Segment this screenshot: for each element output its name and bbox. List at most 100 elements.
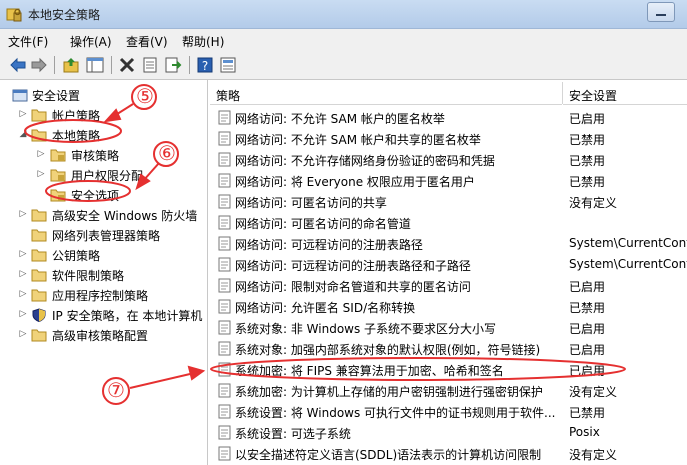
policy-setting: 已禁用 [569,301,606,315]
toolbar: ? [0,51,687,80]
policy-setting: 没有定义 [569,385,618,399]
policy-name: 网络访问: 将 Everyone 权限应用于匿名用户 [235,175,475,189]
table-row[interactable]: 系统对象: 非 Windows 子系统不要求区分大小写 已启用 [210,317,687,338]
table-row[interactable]: 网络访问: 可远程访问的注册表路径 System\CurrentCont [210,233,687,254]
table-row[interactable]: 网络访问: 不允许存储网络身份验证的密码和凭据 已禁用 [210,149,687,170]
policy-item-icon [218,215,231,230]
policy-name: 系统加密: 将 FIPS 兼容算法用于加密、哈希和签名 [235,364,504,378]
minimize-button[interactable] [647,2,675,22]
table-row[interactable]: 系统对象: 加强内部系统对象的默认权限(例如，符号链接) 已启用 [210,338,687,359]
menu-bar: 文件(F) 操作(A) 查看(V) 帮助(H) [0,29,687,51]
policy-item-icon [218,257,231,272]
tree-pane[interactable]: 安全设置 ▷ 帐户策略 ◢ 本地策略 ▷ 审核策略 ▷ 用户权限分配 安全选项 … [0,80,208,465]
expand-icon[interactable]: ▷ [36,169,46,179]
expand-icon[interactable]: ▷ [18,249,28,259]
policy-setting: System\CurrentCont [569,236,687,250]
folder-icon [31,289,47,302]
export-icon[interactable] [164,56,182,74]
folder-icon [31,229,47,242]
expand-icon[interactable]: ▷ [18,209,28,219]
expand-icon[interactable]: ▷ [18,289,28,299]
table-row[interactable]: 系统设置: 可选子系统 Posix [210,422,687,443]
table-row[interactable]: 系统加密: 为计算机上存储的用户密钥强制进行强密钥保护 没有定义 [210,380,687,401]
policy-item-icon [218,110,231,125]
policy-name: 系统对象: 非 Windows 子系统不要求区分大小写 [235,322,497,336]
up-folder-icon[interactable] [62,56,80,74]
annotation-label-5: ⑤ [136,84,154,108]
policy-name: 网络访问: 可远程访问的注册表路径和子路径 [235,259,471,273]
folder-icon [31,329,47,342]
policy-name: 系统加密: 为计算机上存储的用户密钥强制进行强密钥保护 [235,385,543,399]
table-row[interactable]: 网络访问: 可远程访问的注册表路径和子路径 System\CurrentCont [210,254,687,275]
policy-name: 网络访问: 不允许 SAM 帐户的匿名枚举 [235,112,445,126]
column-header-policy[interactable]: 策略 [210,82,562,105]
table-row[interactable]: 网络访问: 不允许 SAM 帐户和共享的匿名枚举 已禁用 [210,128,687,149]
help-icon[interactable]: ? [196,56,214,74]
menu-view[interactable]: 查看(V) [126,33,168,50]
policy-folder-icon [50,169,66,182]
expand-icon[interactable]: ▷ [18,109,28,119]
policy-name: 网络访问: 可远程访问的注册表路径 [235,238,423,252]
policy-item-icon [218,320,231,335]
policy-item-icon [218,362,231,377]
table-row[interactable]: 网络访问: 可匿名访问的命名管道 [210,212,687,233]
policy-item-icon [218,152,231,167]
expand-icon[interactable]: ▷ [36,149,46,159]
policy-name: 网络访问: 不允许存储网络身份验证的密码和凭据 [235,154,495,168]
toolbar-separator [189,56,190,74]
window-title: 本地安全策略 [28,8,101,22]
table-row[interactable]: 网络访问: 可匿名访问的共享 没有定义 [210,191,687,212]
annotation-label-6: ⑥ [158,141,176,165]
policy-item-icon [218,173,231,188]
folder-open-icon [31,129,47,142]
toolbar-separator [111,56,112,74]
expand-icon[interactable]: ▷ [18,329,28,339]
policy-item-icon [218,341,231,356]
security-policy-app-icon [6,8,22,22]
policy-name: 网络访问: 限制对命名管道和共享的匿名访问 [235,280,471,294]
menu-help[interactable]: 帮助(H) [182,33,224,50]
table-row[interactable]: 系统加密: 将 FIPS 兼容算法用于加密、哈希和签名 已启用 [210,359,687,380]
annotation-label-7: ⑦ [107,378,125,402]
back-icon[interactable] [9,56,27,74]
policy-setting: 已启用 [569,322,606,336]
policy-name: 系统对象: 加强内部系统对象的默认权限(例如，符号链接) [235,343,541,357]
menu-action[interactable]: 操作(A) [70,33,112,50]
folder-icon [31,269,47,282]
forward-icon[interactable] [30,56,48,74]
policy-list[interactable]: 策略 安全设置 网络访问: 不允许 SAM 帐户的匿名枚举 已启用 网络访问: 不允… [210,80,687,465]
policy-item-icon [218,131,231,146]
policy-setting: 没有定义 [569,448,618,462]
menu-file[interactable]: 文件(F) [8,33,48,50]
policy-item-icon [218,194,231,209]
policy-setting: 已启用 [569,112,606,126]
title-bar: 本地安全策略 [0,0,687,29]
details-icon[interactable] [219,56,237,74]
table-row[interactable]: 网络访问: 限制对命名管道和共享的匿名访问 已启用 [210,275,687,296]
properties-icon[interactable] [141,56,159,74]
table-row[interactable]: 以安全描述符定义语言(SDDL)语法表示的计算机访问限制 没有定义 [210,443,687,464]
column-header-security-setting[interactable]: 安全设置 [563,82,687,105]
policy-item-icon [218,278,231,293]
table-row[interactable]: 系统设置: 将 Windows 可执行文件中的证书规则用于软件... 已禁用 [210,401,687,422]
collapse-icon[interactable]: ◢ [18,129,28,139]
policy-name: 网络访问: 可匿名访问的命名管道 [235,217,411,231]
table-row[interactable]: 网络访问: 允许匿名 SID/名称转换 已禁用 [210,296,687,317]
folder-icon [31,209,47,222]
policy-setting: 已禁用 [569,154,606,168]
policy-setting: 已禁用 [569,133,606,147]
svg-text:?: ? [202,59,208,73]
policy-item-icon [218,383,231,398]
policy-setting: 已禁用 [569,406,606,420]
expand-icon[interactable]: ▷ [18,309,28,319]
table-row[interactable]: 网络访问: 将 Everyone 权限应用于匿名用户 已禁用 [210,170,687,191]
show-tree-icon[interactable] [86,56,104,74]
policy-setting: 已启用 [569,364,606,378]
delete-icon[interactable] [118,56,136,74]
table-row[interactable]: 网络访问: 不允许 SAM 帐户的匿名枚举 已启用 [210,107,687,128]
policy-name: 网络访问: 可匿名访问的共享 [235,196,387,210]
expand-icon[interactable]: ▷ [18,269,28,279]
folder-icon [31,249,47,262]
policy-item-icon [218,425,231,440]
policy-setting: 没有定义 [569,196,618,210]
